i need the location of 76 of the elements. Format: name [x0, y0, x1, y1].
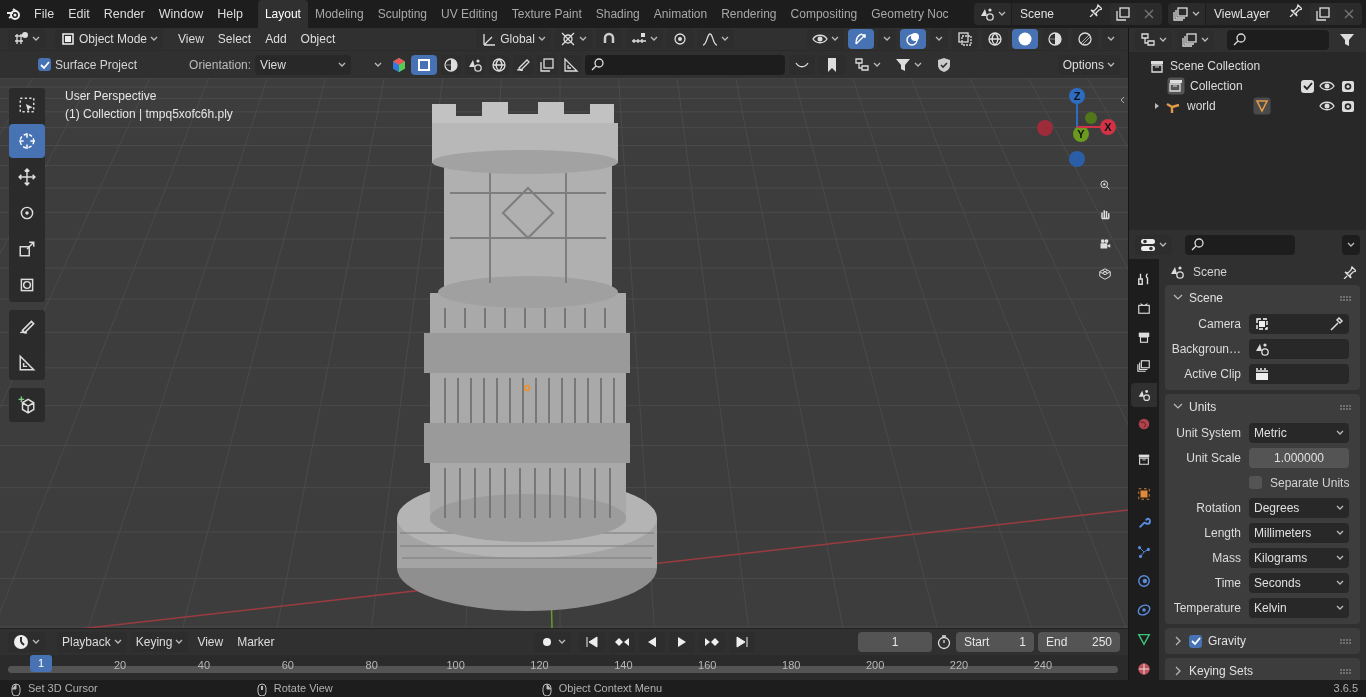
dropdown-field[interactable]: Kilograms — [1249, 547, 1349, 568]
playhead[interactable]: 1 — [30, 655, 52, 673]
number-field[interactable]: 1.000000 — [1249, 447, 1349, 468]
panel-title[interactable]: Scene — [1189, 289, 1224, 308]
menu-item[interactable]: File — [27, 4, 62, 24]
field-label: Backgroun… — [1170, 340, 1241, 358]
axis-handle[interactable]: Z — [1069, 88, 1085, 128]
workspace-tab[interactable]: Shading — [588, 0, 647, 28]
field-label: Active Clip — [1183, 365, 1241, 383]
status-hint: Object Context Menu — [558, 681, 663, 697]
workspace-tab[interactable]: Modeling — [307, 0, 371, 28]
frame-tick-label: 160 — [698, 658, 717, 674]
menu-item[interactable]: View — [173, 29, 209, 49]
field-label: Unit System — [1175, 424, 1241, 442]
view-layer-selector[interactable]: ViewLayer — [1168, 3, 1362, 25]
field-label: Rotation — [1195, 499, 1241, 517]
menu-item[interactable]: Select — [212, 29, 257, 49]
start-frame-field[interactable]: Start 1 — [956, 632, 1034, 653]
outliner-item[interactable]: Scene Collection — [1170, 57, 1261, 75]
current-frame-field[interactable]: 1 — [858, 632, 932, 653]
menu-item[interactable]: Add — [260, 29, 292, 49]
dropdown-field[interactable]: Degrees — [1249, 497, 1349, 518]
dropdown-field[interactable]: Metric — [1249, 422, 1349, 443]
status-hint: Rotate View — [273, 681, 333, 697]
frame-tick-label: 60 — [281, 658, 294, 674]
menu-item[interactable]: View — [192, 632, 229, 653]
workspace-tab[interactable]: UV Editing — [434, 0, 505, 28]
field-label: Time — [1213, 574, 1241, 592]
context-title: Scene — [1193, 264, 1228, 282]
axis-handle[interactable]: Y — [1073, 126, 1089, 142]
menu-item[interactable]: Marker — [232, 632, 280, 653]
orientation-dropdown[interactable]: View — [255, 54, 352, 75]
frame-tick-label: 180 — [782, 658, 801, 674]
scene-selector[interactable]: Scene — [974, 3, 1162, 25]
version-label: 3.6.5 — [1333, 681, 1358, 697]
dropdown-field[interactable]: Seconds — [1249, 572, 1349, 593]
frame-tick-label: 140 — [614, 658, 633, 674]
viewport-info-text: (1) Collection | tmpq5xofc6h.ply — [65, 106, 233, 123]
workspace-tab[interactable]: Animation — [646, 0, 715, 28]
separate-units-checkbox[interactable]: Separate Units — [1249, 473, 1350, 492]
menu-item[interactable]: Object — [295, 29, 341, 49]
menu-item[interactable]: Edit — [61, 4, 97, 24]
field-label: Unit Scale — [1185, 449, 1241, 467]
surface-project-checkbox[interactable]: Surface Project — [38, 55, 138, 74]
field-label: Camera — [1197, 315, 1241, 333]
end-frame-field[interactable]: End 250 — [1038, 632, 1120, 653]
menu-item[interactable]: Help — [210, 4, 250, 24]
frame-tick-label: 80 — [365, 658, 378, 674]
workspace-tab[interactable]: Sculpting — [370, 0, 434, 28]
dropdown-field[interactable]: Kelvin — [1249, 597, 1349, 618]
menu-item[interactable]: Window — [151, 4, 211, 24]
frame-tick-label: 120 — [530, 658, 549, 674]
frame-tick-label: 40 — [197, 658, 210, 674]
field-label: Length — [1203, 524, 1241, 542]
workspace-tab[interactable]: Compositing — [783, 0, 865, 28]
dropdown-field[interactable]: Millimeters — [1249, 522, 1349, 543]
workspace-tab[interactable]: Rendering — [714, 0, 784, 28]
viewport-info-text: User Perspective — [65, 88, 158, 105]
workspace-tab[interactable]: Texture Paint — [504, 0, 589, 28]
field-label: Mass — [1211, 549, 1241, 567]
frame-tick-label: 220 — [949, 658, 969, 674]
workspace-tab[interactable]: Geometry Noc — [864, 0, 956, 28]
frame-tick-label: 240 — [1033, 658, 1053, 674]
panel-title[interactable]: Gravity — [1208, 632, 1246, 651]
frame-tick-label: 200 — [865, 658, 885, 674]
panel-title[interactable]: Units — [1189, 398, 1217, 417]
status-hint: Set 3D Cursor — [28, 681, 98, 697]
menu-item[interactable]: Render — [96, 4, 152, 24]
panel-title[interactable]: Keying Sets — [1189, 662, 1254, 680]
outliner-item[interactable]: Collection — [1190, 77, 1243, 95]
orientation-label: Orientation: — [189, 56, 252, 74]
outliner-item[interactable]: world — [1187, 97, 1216, 115]
frame-tick-label: 100 — [446, 658, 465, 674]
field-label: Temperature — [1172, 599, 1241, 617]
frame-tick-label: 20 — [113, 658, 127, 674]
workspace-tab[interactable]: Layout — [257, 0, 308, 28]
